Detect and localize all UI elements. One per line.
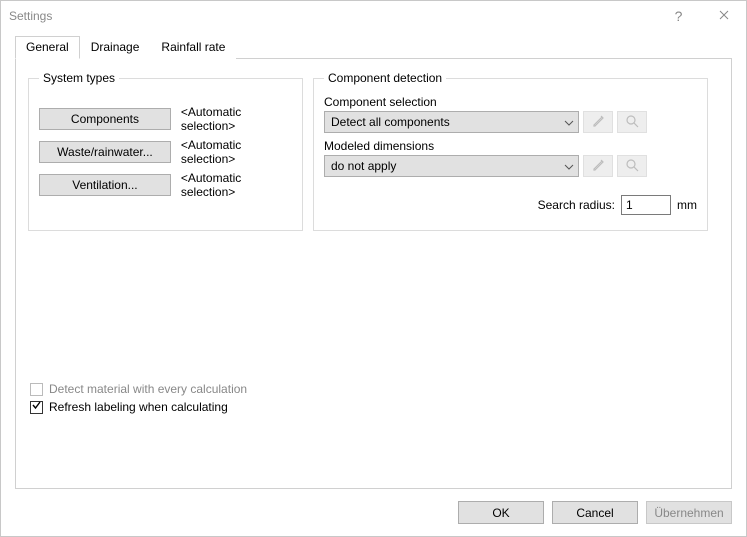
eyedropper-icon — [591, 158, 605, 175]
components-button[interactable]: Components — [39, 108, 171, 130]
search-radius-unit: mm — [677, 198, 697, 212]
system-types-group: System types Components <Automatic selec… — [28, 71, 303, 231]
apply-button[interactable]: Übernehmen — [646, 501, 732, 524]
search-icon — [625, 158, 639, 175]
refresh-labeling-label: Refresh labeling when calculating — [49, 400, 228, 414]
window-title: Settings — [9, 9, 52, 23]
search-radius-input[interactable] — [621, 195, 671, 215]
checkmark-icon — [31, 400, 42, 414]
close-button[interactable] — [701, 1, 746, 31]
search-button-1[interactable] — [617, 111, 647, 133]
component-detection-group: Component detection Component selection … — [313, 71, 708, 231]
ventilation-value: <Automatic selection> — [181, 171, 292, 199]
chevron-down-icon — [564, 115, 574, 129]
eyedropper-button-1[interactable] — [583, 111, 613, 133]
chevron-down-icon — [564, 159, 574, 173]
component-selection-value: Detect all components — [331, 115, 450, 129]
component-detection-legend: Component detection — [324, 71, 446, 85]
ventilation-button[interactable]: Ventilation... — [39, 174, 171, 196]
search-radius-label: Search radius: — [538, 198, 615, 212]
tab-strip: General Drainage Rainfall rate — [15, 35, 732, 59]
tab-panel-general: System types Components <Automatic selec… — [15, 59, 732, 489]
tab-general[interactable]: General — [15, 36, 80, 59]
detect-material-label: Detect material with every calculation — [49, 382, 247, 396]
tab-drainage[interactable]: Drainage — [80, 36, 151, 59]
component-selection-label: Component selection — [324, 95, 697, 109]
search-button-2[interactable] — [617, 155, 647, 177]
modeled-dimensions-label: Modeled dimensions — [324, 139, 697, 153]
eyedropper-icon — [591, 114, 605, 131]
waste-rainwater-button[interactable]: Waste/rainwater... — [39, 141, 171, 163]
waste-rainwater-value: <Automatic selection> — [181, 138, 292, 166]
search-icon — [625, 114, 639, 131]
close-icon — [719, 9, 729, 23]
ok-button[interactable]: OK — [458, 501, 544, 524]
refresh-labeling-checkbox[interactable] — [30, 401, 43, 414]
title-bar: Settings ? — [1, 1, 746, 31]
detect-material-checkbox[interactable] — [30, 383, 43, 396]
help-button[interactable]: ? — [656, 1, 701, 31]
modeled-dimensions-dropdown[interactable]: do not apply — [324, 155, 579, 177]
eyedropper-button-2[interactable] — [583, 155, 613, 177]
system-types-legend: System types — [39, 71, 119, 85]
tab-rainfall-rate[interactable]: Rainfall rate — [150, 36, 236, 59]
help-icon: ? — [675, 8, 683, 24]
component-selection-dropdown[interactable]: Detect all components — [324, 111, 579, 133]
modeled-dimensions-value: do not apply — [331, 159, 396, 173]
components-value: <Automatic selection> — [181, 105, 292, 133]
dialog-buttons: OK Cancel Übernehmen — [458, 501, 732, 524]
cancel-button[interactable]: Cancel — [552, 501, 638, 524]
